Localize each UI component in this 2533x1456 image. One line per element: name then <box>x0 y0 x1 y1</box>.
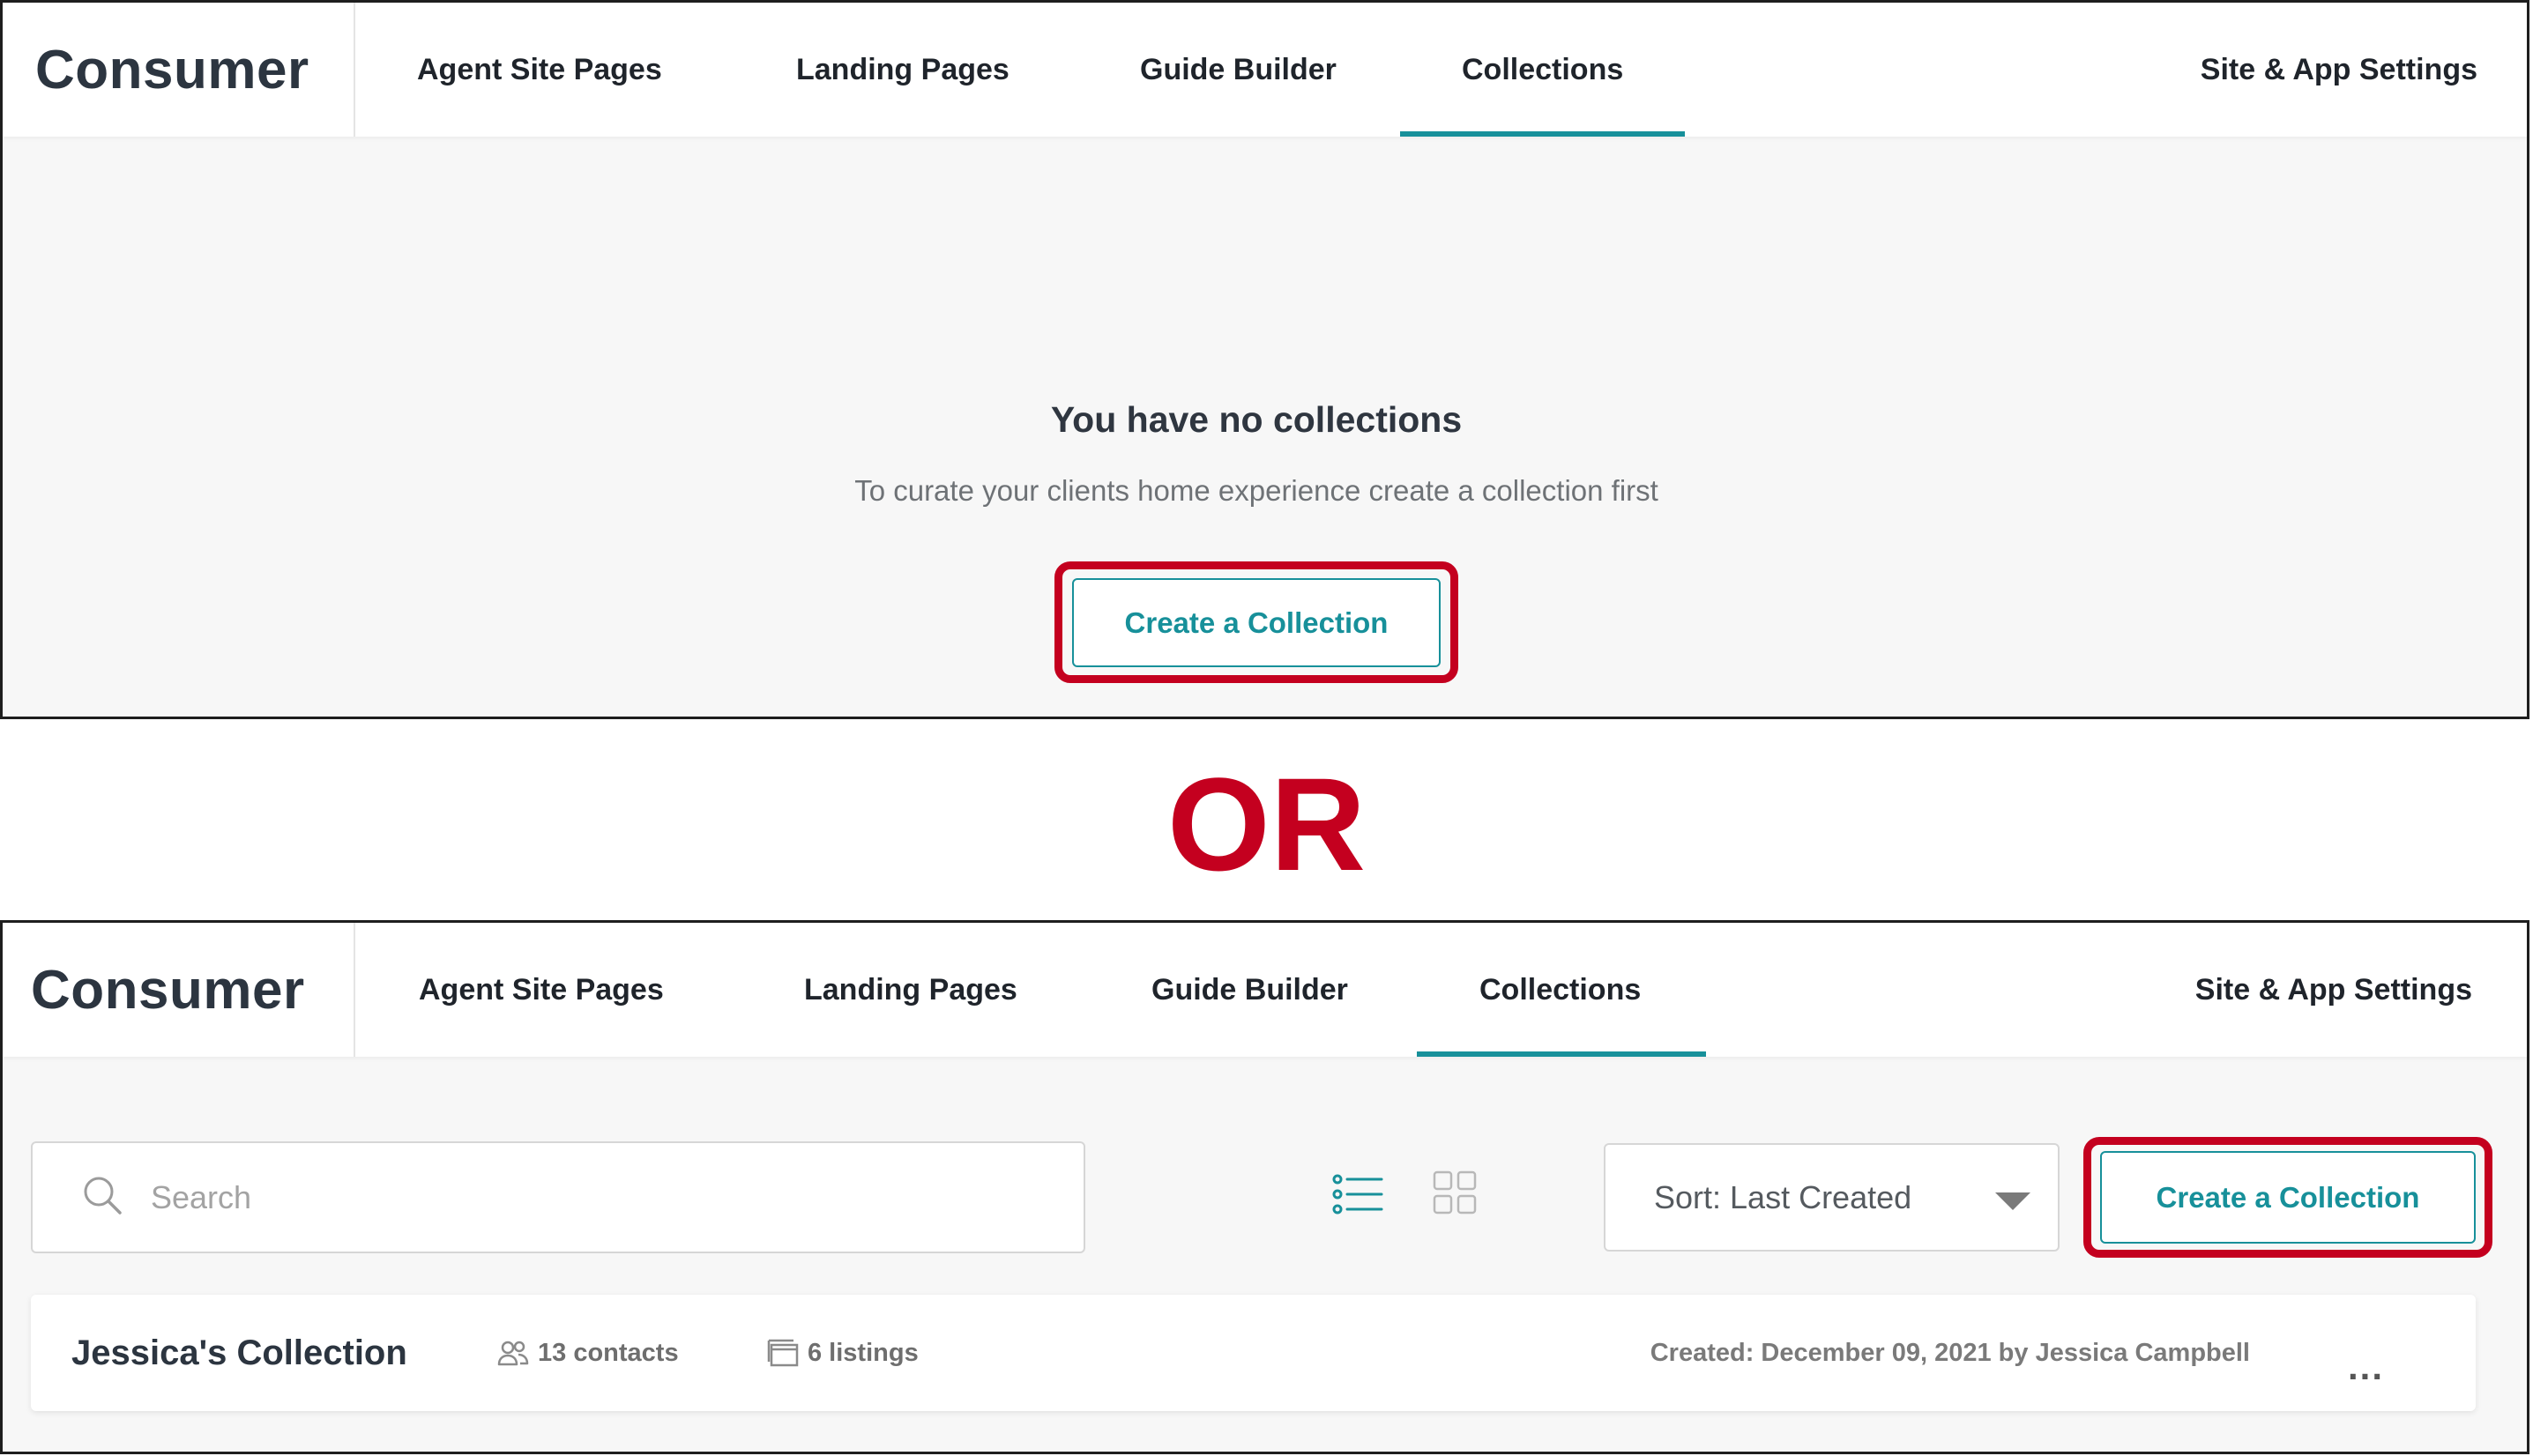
empty-state-panel: Consumer Agent Site Pages Landing Pages … <box>0 0 2529 719</box>
created-info: Created: December 09, 2021 by Jessica Ca… <box>1650 1338 2250 1367</box>
listings-icon <box>767 1295 799 1411</box>
brand-divider <box>354 923 355 1057</box>
search-box[interactable] <box>31 1141 1085 1253</box>
nav-guide-builder[interactable]: Guide Builder <box>1151 923 1348 1057</box>
collection-name[interactable]: Jessica's Collection <box>71 1295 407 1411</box>
list-view-icon[interactable] <box>1332 1174 1384 1219</box>
sort-label: Sort: Last Created <box>1654 1178 1912 1215</box>
collection-card[interactable]: Jessica's Collection 13 contacts 6 listi… <box>31 1295 2476 1411</box>
nav-site-app-settings[interactable]: Site & App Settings <box>2195 923 2472 1057</box>
sort-dropdown[interactable]: Sort: Last Created <box>1604 1143 2060 1252</box>
nav-landing-pages[interactable]: Landing Pages <box>796 3 1009 137</box>
create-collection-button[interactable]: Create a Collection <box>1072 578 1441 667</box>
nav-guide-builder[interactable]: Guide Builder <box>1140 3 1337 137</box>
nav-site-app-settings[interactable]: Site & App Settings <box>2201 3 2477 137</box>
chevron-down-icon <box>1995 1192 2030 1215</box>
empty-state-title: You have no collections <box>1050 399 1463 440</box>
nav-agent-site-pages[interactable]: Agent Site Pages <box>419 923 664 1057</box>
search-icon <box>81 1174 123 1221</box>
create-collection-button[interactable]: Create a Collection <box>2100 1151 2476 1244</box>
listings-count: 6 listings <box>808 1338 919 1367</box>
contacts-count: 13 contacts <box>538 1338 679 1367</box>
top-nav-bar: Consumer Agent Site Pages Landing Pages … <box>3 923 2527 1057</box>
or-separator: OR <box>1167 750 1366 898</box>
nav-landing-pages[interactable]: Landing Pages <box>804 923 1017 1057</box>
brand-logo: Consumer <box>35 39 309 100</box>
more-icon[interactable]: ... <box>2348 1332 2384 1402</box>
nav-agent-site-pages[interactable]: Agent Site Pages <box>417 3 662 137</box>
brand-logo: Consumer <box>31 959 305 1021</box>
active-tab-indicator <box>1417 1051 1706 1057</box>
brand-divider <box>354 3 355 137</box>
empty-state-subtitle: To curate your clients home experience c… <box>854 474 1658 507</box>
search-input[interactable] <box>151 1178 944 1216</box>
nav-collections[interactable]: Collections <box>1479 923 1641 1057</box>
grid-view-icon[interactable] <box>1433 1170 1477 1219</box>
active-tab-indicator <box>1400 131 1685 137</box>
nav-collections[interactable]: Collections <box>1462 3 1623 137</box>
contacts-icon <box>497 1295 529 1411</box>
top-nav-bar: Consumer Agent Site Pages Landing Pages … <box>3 3 2527 137</box>
collections-list-panel: Consumer Agent Site Pages Landing Pages … <box>0 920 2529 1454</box>
